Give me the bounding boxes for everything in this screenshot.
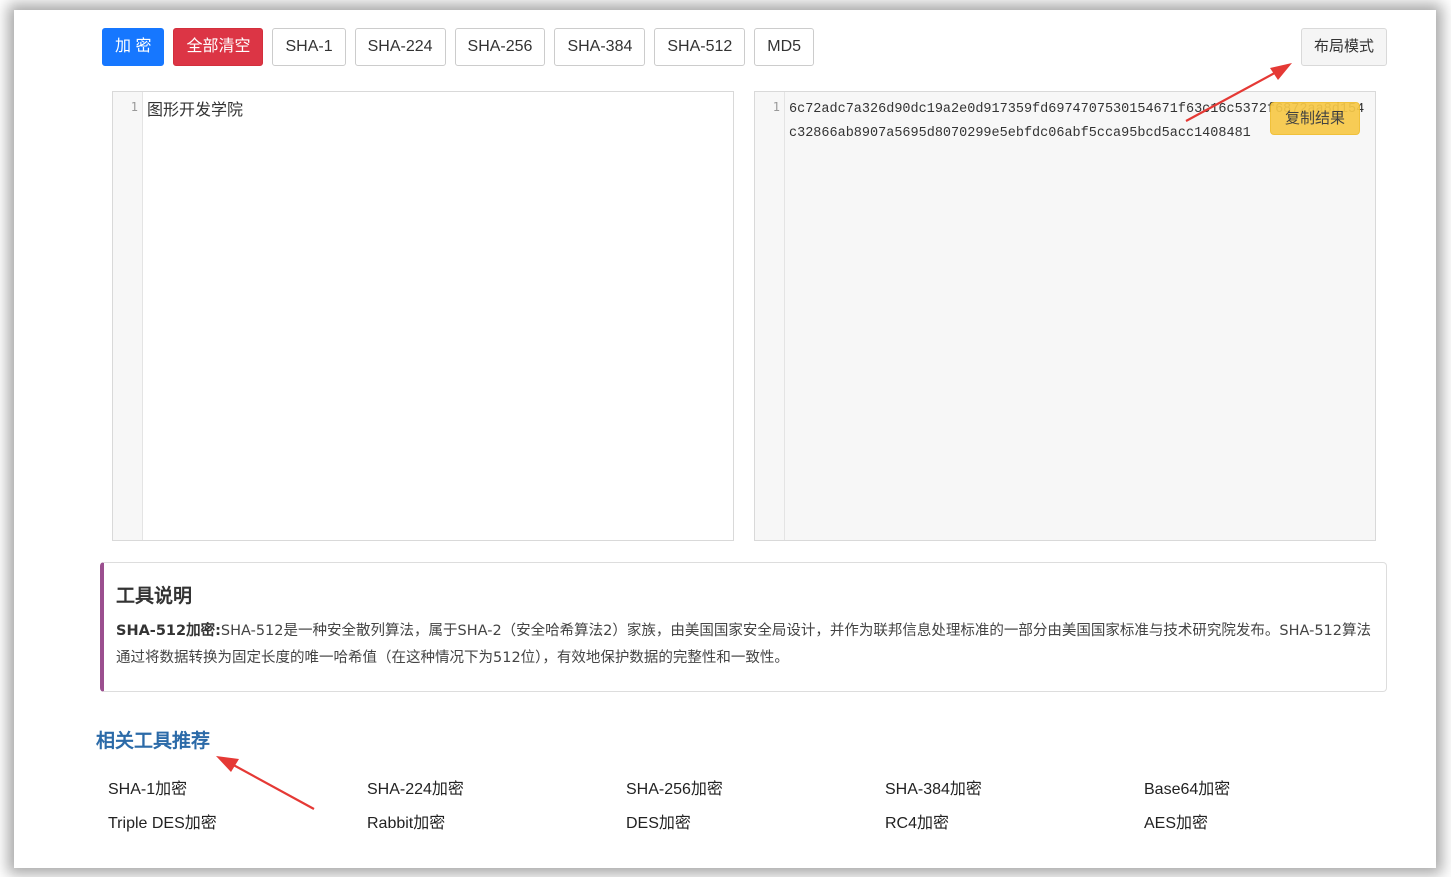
- output-editor[interactable]: 1 6c72adc7a326d90dc19a2e0d917359fd697470…: [754, 91, 1376, 541]
- tool-description-title: 工具说明: [116, 585, 193, 607]
- related-tool-link[interactable]: Rabbit加密: [367, 813, 626, 834]
- tool-description-panel: 工具说明 SHA-512加密:SHA-512是一种安全散列算法，属于SHA-2（…: [100, 562, 1387, 692]
- input-text[interactable]: 图形开发学院: [147, 98, 725, 122]
- clear-all-button[interactable]: 全部清空: [173, 28, 264, 66]
- input-line-number: 1: [113, 92, 143, 540]
- related-tool-link[interactable]: SHA-384加密: [885, 779, 1144, 800]
- tool-description-prefix: SHA-512加密:: [116, 623, 221, 639]
- related-tool-link[interactable]: SHA-1加密: [108, 779, 367, 800]
- related-tool-link[interactable]: AES加密: [1144, 813, 1403, 834]
- output-line-number: 1: [755, 92, 785, 540]
- related-tool-link[interactable]: DES加密: [626, 813, 885, 834]
- algo-sha384-button[interactable]: SHA-384: [554, 28, 646, 66]
- related-tool-link[interactable]: SHA-224加密: [367, 779, 626, 800]
- related-tool-link[interactable]: SHA-256加密: [626, 779, 885, 800]
- page: 加 密 全部清空 SHA-1 SHA-224 SHA-256 SHA-384 S…: [30, 24, 1421, 853]
- algo-sha1-button[interactable]: SHA-1: [272, 28, 346, 66]
- encrypt-button[interactable]: 加 密: [102, 28, 165, 66]
- tool-description-text: SHA-512加密:SHA-512是一种安全散列算法，属于SHA-2（安全哈希算…: [116, 618, 1374, 672]
- input-editor[interactable]: 1 图形开发学院: [112, 91, 734, 541]
- algo-sha512-button[interactable]: SHA-512: [654, 28, 746, 66]
- related-tool-link[interactable]: Triple DES加密: [108, 813, 367, 834]
- related-tool-link[interactable]: RC4加密: [885, 813, 1144, 834]
- algo-sha224-button[interactable]: SHA-224: [354, 28, 446, 66]
- related-tools-title: 相关工具推荐: [96, 730, 211, 752]
- layout-mode-button[interactable]: 布局模式: [1300, 28, 1387, 66]
- algo-sha256-button[interactable]: SHA-256: [454, 28, 546, 66]
- algo-md5-button[interactable]: MD5: [754, 28, 815, 66]
- related-tools-list: SHA-1加密 SHA-224加密 SHA-256加密 SHA-384加密 Ba…: [108, 779, 1403, 834]
- toolbar: 加 密 全部清空 SHA-1 SHA-224 SHA-256 SHA-384 S…: [102, 28, 815, 66]
- tool-description-body: SHA-512是一种安全散列算法，属于SHA-2（安全哈希算法2）家族，由美国国…: [116, 623, 1372, 666]
- related-tool-link[interactable]: Base64加密: [1144, 779, 1403, 800]
- copy-result-button[interactable]: 复制结果: [1270, 102, 1360, 135]
